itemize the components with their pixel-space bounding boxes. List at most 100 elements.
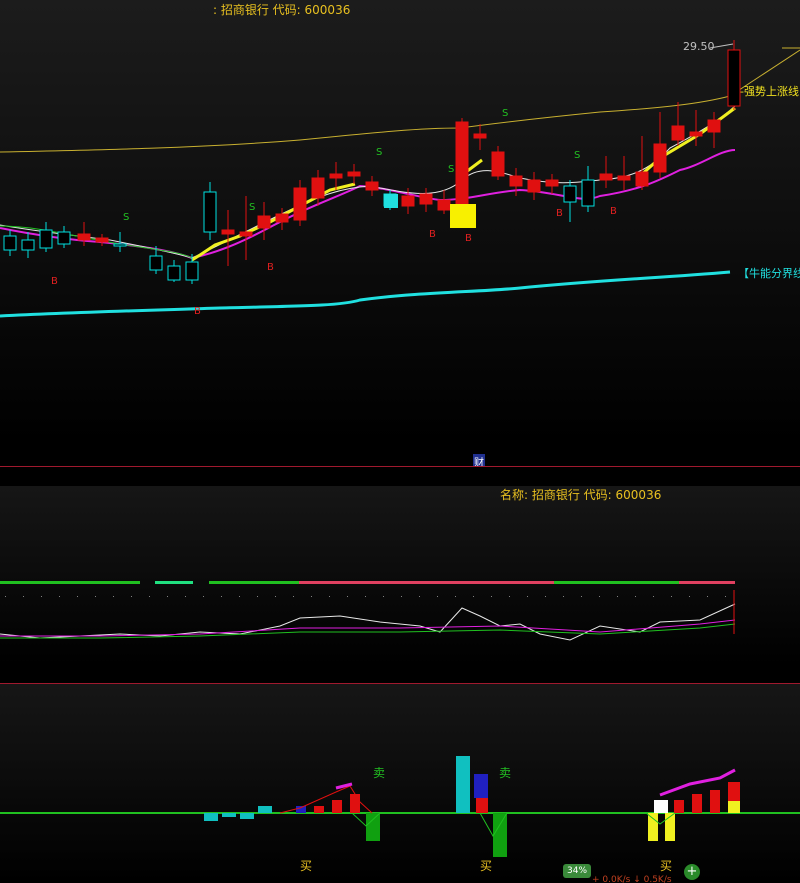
signal-b-4: B	[267, 262, 274, 273]
candle-body-39	[727, 49, 741, 107]
dot-329	[329, 596, 330, 597]
dot-545	[545, 596, 546, 597]
status-bar-6	[679, 581, 735, 584]
status-bar-5	[554, 581, 679, 584]
cyan-bar-2	[240, 813, 254, 819]
candle-body-23	[437, 199, 451, 211]
yellow-bar-0	[648, 813, 658, 841]
dot-671	[671, 596, 672, 597]
status-bar-3	[209, 581, 299, 584]
buy-label-2: 买	[480, 859, 493, 873]
signal-b-0: B	[51, 276, 58, 287]
red-bar-5	[692, 794, 702, 813]
candle-body-25	[473, 133, 487, 139]
green-bar-1	[493, 813, 507, 857]
blue-bar-1	[474, 774, 488, 798]
candle-body-2	[39, 229, 53, 249]
signal-b-12: B	[610, 206, 617, 217]
main-chart-pane[interactable]: : 招商银行 代码: 600036 29.50 -强势上涨线 【牛能分界线 财 …	[0, 0, 800, 466]
candle-body-12	[239, 231, 253, 237]
finance-icon[interactable]: 财	[473, 454, 485, 466]
strong-trend-label: -强势上涨线	[740, 85, 799, 98]
dot-221	[221, 596, 222, 597]
candle-body-36	[671, 125, 685, 141]
status-bar-4	[299, 581, 554, 584]
signal-s-3: S	[249, 202, 256, 213]
dot-149	[149, 596, 150, 597]
signal-s-7: S	[448, 164, 455, 175]
dot-437	[437, 596, 438, 597]
red-bar-1	[332, 800, 342, 813]
dot-509	[509, 596, 510, 597]
candle-body-19	[365, 181, 379, 191]
white-bar-0	[654, 800, 668, 813]
indicator-title: 名称: 招商银行 代码: 600036	[500, 488, 662, 502]
green-vee-lines	[351, 812, 676, 837]
candle-body-17	[329, 173, 343, 179]
candle-body-27	[509, 175, 523, 187]
pane-divider	[0, 466, 800, 467]
signal-chart[interactable]	[0, 684, 800, 883]
signal-b-6: B	[429, 229, 436, 240]
dot-41	[41, 596, 42, 597]
signal-s-9: S	[502, 108, 509, 119]
dot-59	[59, 596, 60, 597]
candle-body-18	[347, 171, 361, 177]
dot-131	[131, 596, 132, 597]
dot-419	[419, 596, 420, 597]
yellow-bar-2	[728, 801, 740, 813]
dot-491	[491, 596, 492, 597]
candle-body-9	[185, 261, 199, 281]
speed-widget-text: + 0.0K/s ↓ 0.5K/s	[592, 875, 672, 883]
candle-body-16	[311, 177, 325, 199]
signal-pane[interactable]: 卖 卖 买 买 买 34% + 0.0K/s ↓ 0.5K/s +	[0, 684, 800, 883]
red-bar-3	[476, 798, 488, 813]
dot-455	[455, 596, 456, 597]
candlestick-chart[interactable]	[0, 0, 800, 466]
cyan-bar-4	[456, 756, 470, 813]
dot-23	[23, 596, 24, 597]
candle-body-24	[455, 121, 469, 207]
signal-s-11: S	[574, 150, 581, 161]
candle-body-14	[275, 213, 289, 223]
candle-body-3	[57, 231, 71, 245]
speed-widget-percent[interactable]: 34%	[563, 864, 592, 878]
signal-s-5: S	[376, 147, 383, 158]
green-bar-0	[366, 813, 380, 841]
indicator-pane[interactable]: 名称: 招商银行 代码: 600036 卖点: 0.00追线起爆: 0.00: …	[0, 486, 800, 666]
dot-581	[581, 596, 582, 597]
dot-707	[707, 596, 708, 597]
dot-599	[599, 596, 600, 597]
buy-label-3: 买	[660, 859, 673, 873]
candle-body-34	[635, 171, 649, 187]
dot-5	[5, 596, 6, 597]
red-bar-4	[674, 800, 684, 813]
dot-563	[563, 596, 564, 597]
dot-167	[167, 596, 168, 597]
dot-275	[275, 596, 276, 597]
cyan-bar-0	[204, 813, 218, 821]
main-title: : 招商银行 代码: 600036	[213, 3, 351, 17]
candle-body-13	[257, 215, 271, 229]
signal-b-2: B	[194, 306, 201, 317]
dot-617	[617, 596, 618, 597]
candle-body-35	[653, 143, 667, 173]
candle-body-8	[167, 265, 181, 281]
dot-311	[311, 596, 312, 597]
candle-body-15	[293, 187, 307, 221]
dot-635	[635, 596, 636, 597]
bull-boundary-line	[0, 270, 731, 318]
candle-body-22	[419, 193, 433, 205]
dot-401	[401, 596, 402, 597]
add-icon[interactable]: +	[684, 864, 700, 880]
buy-label-1: 买	[300, 859, 313, 873]
dot-725	[725, 596, 726, 597]
indicator-chart[interactable]	[0, 486, 800, 666]
cyan-bar-3	[258, 806, 272, 813]
price-marker: 29.50	[683, 40, 715, 53]
magenta-line	[0, 149, 736, 260]
dot-185	[185, 596, 186, 597]
cyan-bar-1	[222, 813, 236, 817]
dot-653	[653, 596, 654, 597]
candle-body-33	[617, 175, 631, 181]
